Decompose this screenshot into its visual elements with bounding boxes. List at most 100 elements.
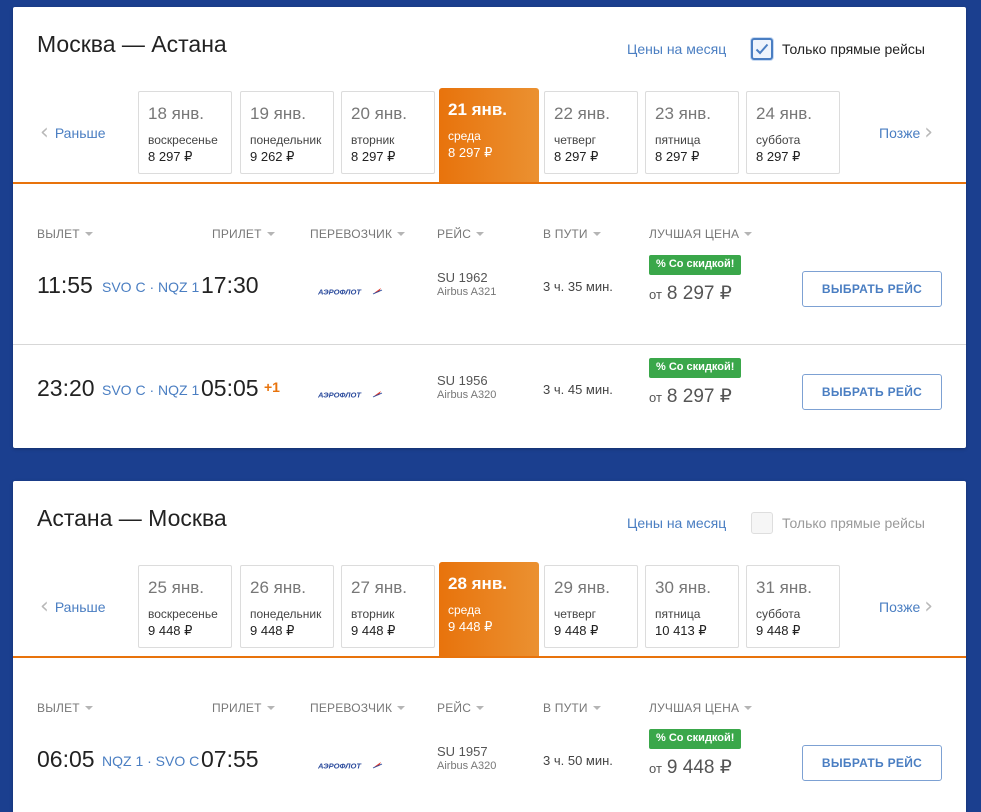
chevron-right-icon: › bbox=[924, 120, 934, 145]
date-card-weekday: вторник bbox=[351, 607, 395, 621]
date-card-price: 8 297 ₽ bbox=[655, 149, 700, 164]
date-strip-divider bbox=[13, 656, 966, 658]
route-title: Астана — Москва bbox=[37, 505, 227, 531]
date-strip-divider bbox=[13, 182, 966, 184]
sort-departure[interactable]: ВЫЛЕТ bbox=[37, 701, 93, 715]
airport-codes: NQZ 1 · SVO C bbox=[102, 753, 200, 769]
date-card-weekday: понедельник bbox=[250, 133, 322, 147]
date-card-date: 20 янв. bbox=[351, 104, 407, 123]
aeroflot-logo-text: АЭРОФЛОТ bbox=[318, 391, 362, 400]
date-card-selected[interactable]: 21 янв. среда 8 297 ₽ bbox=[439, 88, 539, 183]
sort-flight[interactable]: РЕЙС bbox=[437, 701, 485, 715]
col-best-price-label: ЛУЧШАЯ ЦЕНА bbox=[649, 701, 740, 715]
date-card[interactable]: 23 янв. пятница 8 297 ₽ bbox=[645, 91, 739, 174]
sort-caret-icon bbox=[397, 706, 406, 710]
sort-carrier[interactable]: ПЕРЕВОЗЧИК bbox=[310, 701, 406, 715]
dates-prev-label: Раньше bbox=[54, 125, 106, 141]
sort-caret-icon bbox=[84, 232, 93, 236]
sort-flight[interactable]: РЕЙС bbox=[437, 227, 485, 241]
col-flight-label: РЕЙС bbox=[437, 701, 472, 715]
aircraft-type: Airbus A321 bbox=[437, 286, 497, 298]
date-card[interactable]: 20 янв. вторник 8 297 ₽ bbox=[341, 91, 435, 174]
sort-best-price[interactable]: ЛУЧШАЯ ЦЕНА bbox=[649, 227, 753, 241]
date-card[interactable]: 22 янв. четверг 8 297 ₽ bbox=[544, 91, 638, 174]
sort-arrival[interactable]: ПРИЛЕТ bbox=[212, 701, 275, 715]
sort-arrival[interactable]: ПРИЛЕТ bbox=[212, 227, 275, 241]
dates-prev-button[interactable]: ‹ Раньше bbox=[40, 594, 106, 619]
date-card-price: 9 448 ₽ bbox=[756, 623, 801, 638]
chevron-left-icon: ‹ bbox=[40, 594, 49, 619]
dates-next-button[interactable]: Позже › bbox=[879, 596, 933, 618]
departure-time: 11:55 bbox=[37, 272, 93, 298]
date-card[interactable]: 19 янв. понедельник 9 262 ₽ bbox=[240, 91, 334, 174]
date-card-selected[interactable]: 28 янв. среда 9 448 ₽ bbox=[439, 562, 539, 657]
sort-duration[interactable]: В ПУТИ bbox=[543, 701, 601, 715]
price-value: 8 297 ₽ bbox=[666, 283, 732, 304]
return-panel: Астана — Москва Цены на месяц Только пря… bbox=[13, 481, 966, 812]
direct-only-label: Только прямые рейсы bbox=[782, 41, 925, 57]
date-card[interactable]: 27 янв. вторник 9 448 ₽ bbox=[341, 565, 435, 648]
col-carrier-label: ПЕРЕВОЗЧИК bbox=[310, 701, 393, 715]
col-duration-label: В ПУТИ bbox=[543, 701, 588, 715]
dates-next-button[interactable]: Позже › bbox=[879, 120, 934, 145]
chevron-left-icon: ‹ bbox=[40, 120, 49, 145]
select-flight-button[interactable]: ВЫБРАТЬ РЕЙС bbox=[802, 271, 942, 307]
sort-departure[interactable]: ВЫЛЕТ bbox=[37, 227, 93, 241]
date-card-date: 26 янв. bbox=[250, 578, 306, 597]
arrival-time: 07:55 bbox=[201, 746, 259, 772]
price: от 8 297 ₽ bbox=[649, 282, 732, 305]
date-card-weekday: среда bbox=[448, 603, 481, 617]
direct-only-toggle[interactable]: Только прямые рейсы bbox=[751, 512, 925, 534]
month-prices-link[interactable]: Цены на месяц bbox=[627, 515, 726, 531]
aeroflot-logo: АЭРОФЛОТ bbox=[318, 762, 383, 771]
checkmark-icon bbox=[755, 43, 769, 55]
sort-caret-icon bbox=[84, 706, 93, 710]
date-card[interactable]: 25 янв. воскресенье 9 448 ₽ bbox=[138, 565, 232, 648]
price: от 8 297 ₽ bbox=[649, 385, 732, 408]
date-card[interactable]: 26 янв. понедельник 9 448 ₽ bbox=[240, 565, 334, 648]
sort-caret-icon bbox=[266, 706, 275, 710]
date-card-price: 8 297 ₽ bbox=[351, 149, 396, 164]
direct-only-checkbox[interactable] bbox=[751, 512, 773, 534]
price-from-label: от bbox=[649, 287, 662, 302]
select-flight-button[interactable]: ВЫБРАТЬ РЕЙС bbox=[802, 374, 942, 410]
route-title: Москва — Астана bbox=[37, 31, 227, 57]
month-prices-link[interactable]: Цены на месяц bbox=[627, 41, 726, 57]
sort-carrier[interactable]: ПЕРЕВОЗЧИК bbox=[310, 227, 406, 241]
date-card[interactable]: 24 янв. суббота 8 297 ₽ bbox=[746, 91, 840, 174]
date-card[interactable]: 30 янв. пятница 10 413 ₽ bbox=[645, 565, 739, 648]
date-card-date: 30 янв. bbox=[655, 578, 711, 597]
col-carrier-label: ПЕРЕВОЗЧИК bbox=[310, 227, 393, 241]
aircraft-type: Airbus A320 bbox=[437, 760, 497, 772]
date-card[interactable]: 31 янв. суббота 9 448 ₽ bbox=[746, 565, 840, 648]
date-card-weekday: суббота bbox=[756, 133, 801, 147]
dates-next-label: Позже bbox=[879, 599, 921, 615]
date-card-date: 24 янв. bbox=[756, 104, 812, 123]
date-card-date: 27 янв. bbox=[351, 578, 407, 597]
date-card-weekday: среда bbox=[448, 129, 481, 143]
price-from-label: от bbox=[649, 761, 662, 776]
date-card[interactable]: 29 янв. четверг 9 448 ₽ bbox=[544, 565, 638, 648]
direct-only-checkbox[interactable] bbox=[751, 38, 773, 60]
date-card-price: 9 262 ₽ bbox=[250, 149, 295, 164]
date-card-price: 9 448 ₽ bbox=[148, 623, 193, 638]
price: от 9 448 ₽ bbox=[649, 756, 732, 779]
date-card-date: 28 янв. bbox=[448, 574, 507, 593]
col-departure-label: ВЫЛЕТ bbox=[37, 701, 80, 715]
direct-only-toggle[interactable]: Только прямые рейсы bbox=[751, 38, 925, 60]
date-card-weekday: воскресенье bbox=[148, 133, 218, 147]
flight-duration: 3 ч. 35 мин. bbox=[543, 279, 613, 294]
date-card-weekday: пятница bbox=[655, 607, 701, 621]
sort-duration[interactable]: В ПУТИ bbox=[543, 227, 601, 241]
aeroflot-logo-text: АЭРОФЛОТ bbox=[318, 288, 362, 297]
dates-prev-button[interactable]: ‹ Раньше bbox=[40, 120, 106, 145]
flight-row: 23:20 SVO C · NQZ 1 05:05 +1 АЭРОФЛОТ SU… bbox=[13, 345, 966, 448]
date-card-date: 21 янв. bbox=[448, 100, 507, 119]
sort-best-price[interactable]: ЛУЧШАЯ ЦЕНА bbox=[649, 701, 753, 715]
col-best-price-label: ЛУЧШАЯ ЦЕНА bbox=[649, 227, 740, 241]
date-card[interactable]: 18 янв. воскресенье 8 297 ₽ bbox=[138, 91, 232, 174]
date-card-weekday: пятница bbox=[655, 133, 701, 147]
date-card-price: 8 297 ₽ bbox=[554, 149, 599, 164]
select-flight-button[interactable]: ВЫБРАТЬ РЕЙС bbox=[802, 745, 942, 781]
sort-caret-icon bbox=[476, 706, 485, 710]
